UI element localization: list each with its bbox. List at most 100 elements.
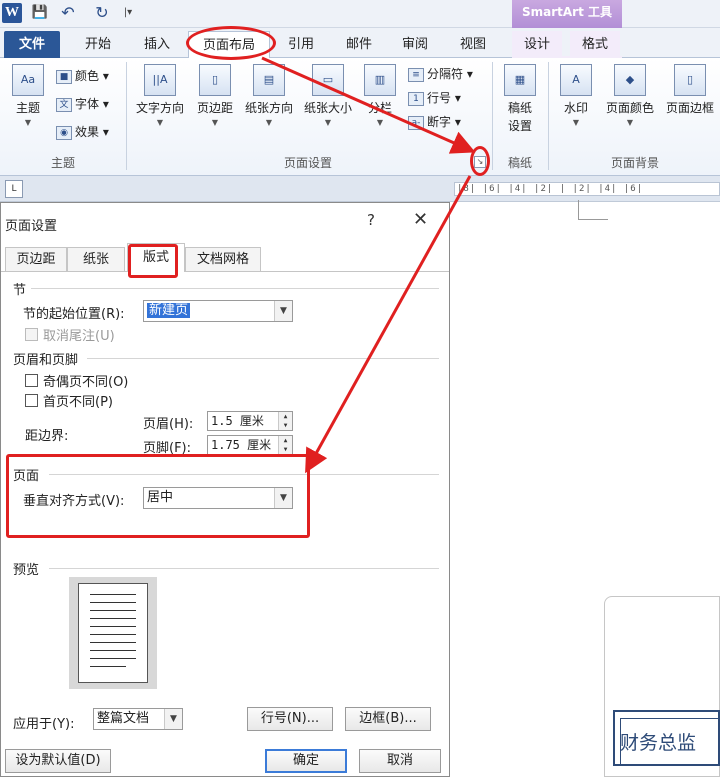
colors-label: 颜色 (75, 69, 100, 83)
customize-toolbar-icon[interactable]: |▾ (118, 3, 138, 23)
section-group-title: 节 (13, 283, 27, 298)
colors-icon: ■ (56, 69, 72, 84)
text-direction-icon: ||A (144, 64, 176, 96)
ok-button[interactable]: 确定 (265, 749, 347, 773)
preview-line (90, 602, 136, 603)
headers-footers-group-title: 页眉和页脚 (13, 353, 79, 368)
apply-to-value: 整篇文档 (97, 711, 150, 726)
tab-insert[interactable]: 插入 (132, 31, 182, 58)
first-page-checkbox[interactable] (25, 394, 38, 407)
annotation-oval-launcher (470, 146, 490, 176)
spinner-arrows-icon[interactable]: ▲ ▼ (278, 412, 292, 430)
section-start-select[interactable]: 新建页 ▼ (143, 300, 293, 322)
preview-line (90, 618, 136, 619)
tab-review[interactable]: 审阅 (390, 31, 440, 58)
header-distance-label: 页眉(H): (143, 417, 194, 432)
themes-button-label: 主题 (15, 101, 40, 115)
horizontal-ruler[interactable]: |8| |6| |4| |2| | |2| |4| |6| (454, 182, 720, 196)
preview-page-thumbnail (78, 583, 148, 683)
help-icon[interactable]: ? (367, 211, 375, 229)
smartart-shape-text[interactable]: 财务总监 (620, 728, 720, 755)
chevron-down-icon[interactable]: ▼ (164, 709, 182, 729)
margins-button[interactable]: ▯ 页边距 ▼ (192, 64, 238, 127)
breaks-icon: ≡ (408, 67, 424, 82)
margins-label: 页边距 (196, 101, 233, 115)
odd-even-label: 奇偶页不同(O) (43, 375, 129, 390)
orientation-button[interactable]: ▤ 纸张方向 ▼ (240, 64, 298, 127)
undo-icon[interactable]: ↶ (58, 3, 78, 23)
word-logo-icon[interactable]: W (2, 3, 22, 23)
tab-format[interactable]: 格式 (570, 31, 620, 58)
tab-view[interactable]: 视图 (448, 31, 498, 58)
headers-footers-divider (87, 358, 439, 359)
close-icon[interactable]: ✕ (413, 209, 428, 230)
dialog-title: 页面设置 (5, 219, 58, 234)
smartart-tools-context-label: SmartArt 工具 (512, 0, 622, 28)
set-as-default-button[interactable]: 设为默认值(D) (5, 749, 111, 773)
hyphenation-label: 断字 (427, 115, 452, 129)
suppress-endnotes-checkbox[interactable] (25, 328, 38, 341)
footer-distance-spinner[interactable]: 1.75 厘米 ▲ ▼ (207, 435, 293, 455)
odd-even-checkbox[interactable] (25, 374, 38, 387)
spinner-arrows-icon[interactable]: ▲ ▼ (278, 436, 292, 454)
breaks-button[interactable]: ≡ 分隔符 ▾ (408, 64, 473, 84)
header-distance-spinner[interactable]: 1.5 厘米 ▲ ▼ (207, 411, 293, 431)
cancel-button[interactable]: 取消 (359, 749, 441, 773)
tab-margins[interactable]: 页边距 (5, 247, 67, 271)
size-button[interactable]: ▭ 纸张大小 ▼ (300, 64, 356, 127)
section-start-label: 节的起始位置(R): (23, 307, 125, 322)
annotation-box-layout-tab (128, 244, 178, 278)
section-divider (31, 288, 439, 289)
hyphenation-button[interactable]: a- 断字 ▾ (408, 112, 461, 132)
draft-settings-label-line2: 设置 (507, 119, 532, 133)
tab-file[interactable]: 文件 (4, 31, 60, 58)
apply-to-select[interactable]: 整篇文档 ▼ (93, 708, 183, 730)
chevron-down-icon: ▼ (572, 118, 580, 127)
orientation-icon: ▤ (253, 64, 285, 96)
colors-button[interactable]: ■ 颜色 ▾ (56, 66, 109, 86)
effects-button[interactable]: ◉ 效果 ▾ (56, 122, 109, 142)
hyphenation-icon: a- (408, 115, 424, 130)
breaks-label: 分隔符 (427, 67, 464, 81)
page-borders-label: 页面边框 (665, 101, 714, 115)
apply-to-label: 应用于(Y): (13, 717, 75, 732)
fonts-label: 字体 (75, 97, 100, 111)
draft-group-label: 稿纸 (507, 156, 532, 170)
text-direction-button[interactable]: ||A 文字方向 ▼ (132, 64, 188, 127)
columns-button[interactable]: ▥ 分栏 ▼ (362, 64, 398, 127)
columns-label: 分栏 (367, 101, 392, 115)
chevron-down-icon: ▼ (324, 118, 332, 127)
redo-icon[interactable]: ↻ (92, 3, 112, 23)
section-start-value: 新建页 (147, 303, 191, 318)
themes-button[interactable]: Aa 主题 ▼ (8, 64, 48, 127)
tab-design[interactable]: 设计 (512, 31, 562, 58)
ribbon-panel: Aa 主题 ▼ ■ 颜色 ▾ 文字体 ▾ ◉ 效果 ▾ 主题 ||A 文字方向 ▼ … (0, 58, 720, 176)
tab-mailings[interactable]: 邮件 (334, 31, 384, 58)
save-icon[interactable]: 💾 (30, 3, 50, 23)
watermark-label: 水印 (563, 101, 588, 115)
footer-distance-value: 1.75 厘米 (211, 438, 272, 452)
annotation-oval-page-layout-tab (186, 26, 276, 60)
from-edge-label: 距边界: (25, 429, 69, 444)
tab-paper[interactable]: 纸张 (67, 247, 125, 271)
tab-references[interactable]: 引用 (276, 31, 326, 58)
fonts-button[interactable]: 文字体 ▾ (56, 94, 109, 114)
tab-home[interactable]: 开始 (70, 31, 126, 58)
fonts-icon: 文 (56, 97, 72, 112)
tab-selector-button[interactable]: L (5, 180, 23, 198)
tab-document-grid[interactable]: 文档网格 (185, 247, 261, 271)
watermark-button[interactable]: A 水印 ▼ (556, 64, 596, 127)
draft-settings-button[interactable]: ▦ 稿纸 设置 (498, 64, 542, 134)
page-color-button[interactable]: ◆ 页面颜色 ▼ (602, 64, 658, 127)
page-borders-button[interactable]: ▯ 页面边框 (662, 64, 718, 116)
ruler-bar: L |8| |6| |4| |2| | |2| |4| |6| (0, 176, 720, 202)
suppress-endnotes-label: 取消尾注(U) (43, 329, 115, 344)
margins-icon: ▯ (199, 64, 231, 96)
borders-button[interactable]: 边框(B)... (345, 707, 431, 731)
chevron-down-icon: ▼ (376, 118, 384, 127)
line-numbers-button[interactable]: 1 行号 ▾ (408, 88, 461, 108)
preview-group-title: 预览 (13, 563, 40, 578)
page-background-group-label: 页面背景 (610, 156, 659, 170)
chevron-down-icon[interactable]: ▼ (274, 301, 292, 321)
line-numbers-button[interactable]: 行号(N)... (247, 707, 333, 731)
